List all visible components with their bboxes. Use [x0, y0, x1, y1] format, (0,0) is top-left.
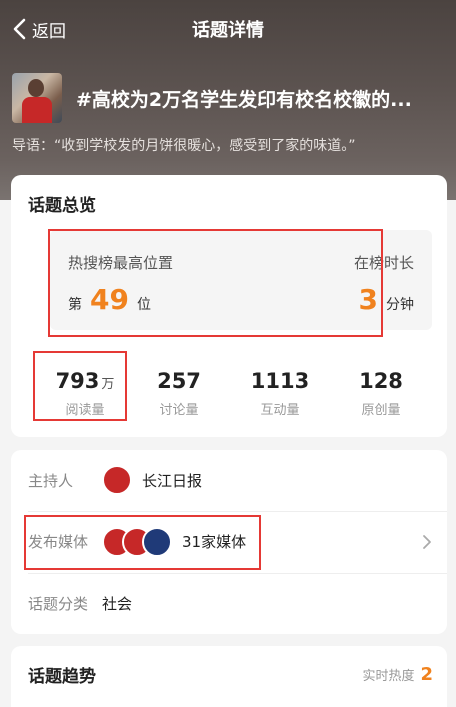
host-value: 长江日报 — [142, 471, 203, 490]
topic-info-card: 主持人 长江日报 发布媒体 31家媒体 话题分类 社会 — [11, 450, 447, 634]
category-row: 话题分类 社会 — [28, 573, 447, 633]
highest-rank: 热搜榜最高位置 第 49 位 — [68, 252, 173, 316]
media-logo-stack — [102, 526, 172, 557]
highest-rank-label: 热搜榜最高位置 — [68, 254, 174, 272]
trend-section-title: 话题趋势 — [28, 667, 96, 687]
time-on-list-value: 3 — [358, 283, 378, 316]
topic-header: #高校为2万名学生发印有校名校徽的... — [12, 72, 448, 124]
stat-originals-label: 原创量 — [361, 403, 401, 418]
time-on-list: 在榜时长 3 分钟 — [354, 252, 414, 316]
time-on-list-unit: 分钟 — [386, 297, 414, 313]
realtime-heat: 实时热度 2 — [362, 664, 433, 685]
navigation-bar: 返回 话题详情 — [0, 0, 456, 58]
stat-discussions-label: 讨论量 — [159, 403, 199, 418]
realtime-heat-label: 实时热度 — [362, 669, 415, 684]
stat-originals-value: 128 — [359, 369, 403, 393]
topic-thumbnail — [12, 73, 62, 123]
stat-reads-label: 阅读量 — [65, 403, 105, 418]
time-on-list-label: 在榜时长 — [353, 254, 414, 272]
host-label: 主持人 — [28, 471, 74, 490]
topic-overview-card: 话题总览 热搜榜最高位置 第 49 位 在榜时长 3 分钟 793 万 阅读量 2… — [11, 175, 447, 437]
overview-section-title: 话题总览 — [28, 196, 96, 216]
topic-trend-card: 话题趋势 实时热度 2 — [11, 646, 447, 707]
stat-interactions-value: 1113 — [250, 369, 310, 393]
stat-reads: 793 万 阅读量 — [35, 369, 135, 418]
media-logo — [142, 526, 172, 557]
highest-rank-prefix: 第 — [68, 297, 82, 313]
host-row[interactable]: 主持人 长江日报 — [28, 450, 447, 510]
topic-title: #高校为2万名学生发印有校名校徽的... — [76, 88, 412, 111]
stat-interactions-label: 互动量 — [260, 403, 300, 418]
category-value: 社会 — [102, 595, 133, 613]
media-value: 31家媒体 — [182, 533, 247, 551]
highest-rank-suffix: 位 — [136, 297, 151, 313]
highest-rank-value: 49 — [90, 283, 129, 316]
media-label: 发布媒体 — [28, 533, 89, 551]
page-title: 话题详情 — [192, 20, 264, 41]
stat-originals: 128 原创量 — [331, 369, 431, 418]
chevron-right-icon — [423, 535, 431, 549]
publishing-media-row[interactable]: 发布媒体 31家媒体 — [28, 511, 447, 571]
stat-reads-unit: 万 — [101, 377, 115, 392]
realtime-heat-value: 2 — [420, 664, 433, 685]
stats-row: 793 万 阅读量 257 讨论量 1113 互动量 128 原创量 — [11, 355, 447, 425]
topic-lead: 导语：“收到学校发的月饼很暖心，感受到了家的味道。” — [12, 138, 356, 154]
host-logo — [102, 465, 132, 495]
stat-discussions-value: 257 — [157, 369, 201, 393]
stat-reads-value: 793 — [55, 369, 100, 393]
category-label: 话题分类 — [28, 595, 89, 613]
rank-summary: 热搜榜最高位置 第 49 位 在榜时长 3 分钟 — [50, 230, 432, 330]
stat-interactions: 1113 互动量 — [230, 369, 330, 418]
stat-discussions: 257 讨论量 — [129, 369, 229, 418]
